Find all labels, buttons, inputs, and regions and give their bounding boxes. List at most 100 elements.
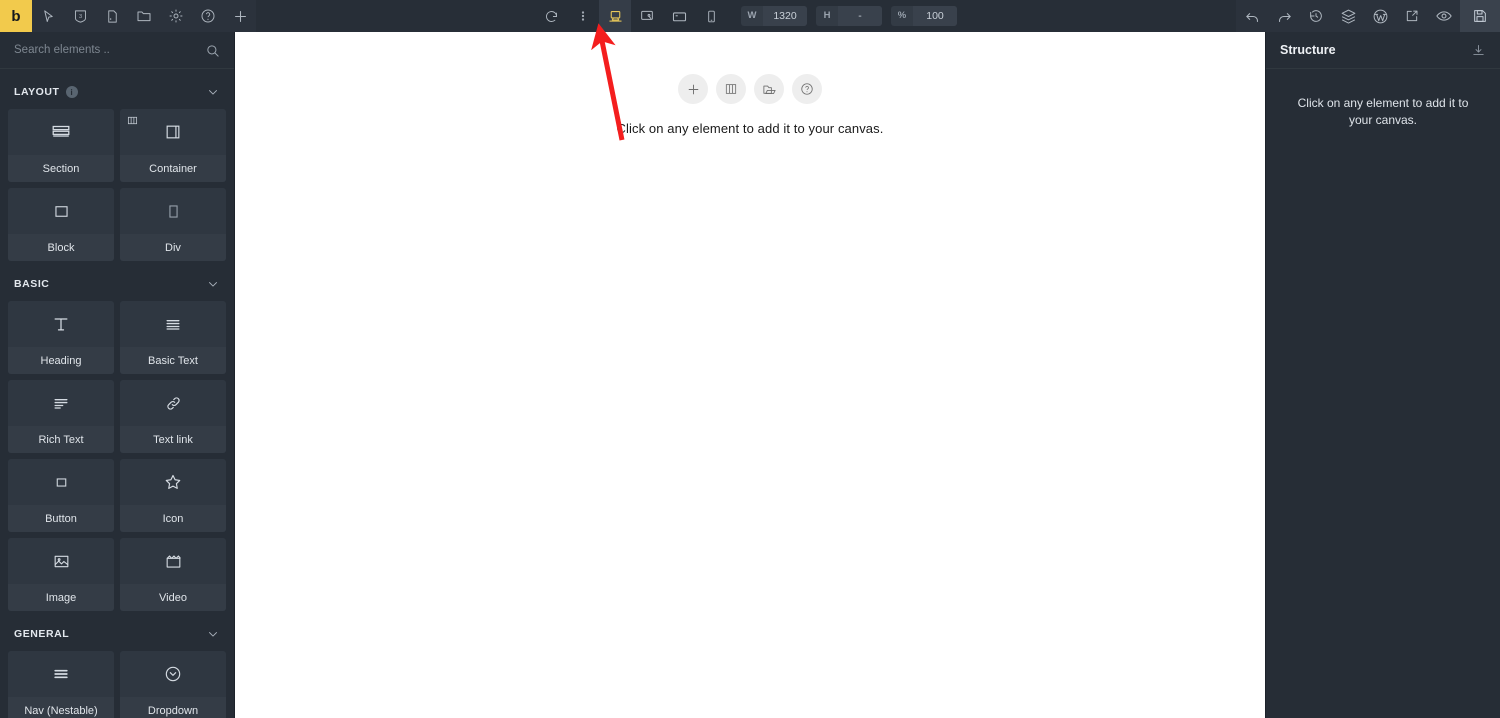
zoom-field[interactable]: % 100 [891,6,957,26]
cursor-icon[interactable] [32,0,64,32]
add-template-button[interactable] [754,74,784,104]
canvas-area[interactable]: Click on any element to add it to your c… [235,32,1265,718]
bricks-logo[interactable]: b [0,0,32,32]
rich-text-icon [8,380,114,426]
section-icon [8,109,114,155]
width-label: W [747,10,757,21]
element-tile-dropdown[interactable]: Dropdown [120,651,226,718]
elements-list[interactable]: LAYOUT i Section Container Block Div BAS… [0,69,234,718]
group-header-basic[interactable]: BASIC [0,261,234,301]
revisions-icon[interactable] [535,0,567,32]
tile-label: Video [120,584,226,611]
external-link-icon[interactable] [1396,0,1428,32]
columns-badge-icon [127,115,138,126]
general-tiles: Nav (Nestable) Dropdown [0,651,234,718]
tile-label: Dropdown [120,697,226,718]
layers-icon[interactable] [1332,0,1364,32]
element-tile-block[interactable]: Block [8,188,114,261]
laptop-breakpoint-icon[interactable] [631,0,663,32]
element-tile-rich-text[interactable]: Rich Text [8,380,114,453]
height-field[interactable]: H - [816,6,882,26]
add-layout-button[interactable] [716,74,746,104]
element-tile-button[interactable]: Button [8,459,114,532]
group-title-basic: BASIC [14,278,50,290]
element-tile-div[interactable]: Div [120,188,226,261]
chevron-down-icon[interactable] [206,85,220,99]
canvas-hint-text: Click on any element to add it to your c… [616,121,884,136]
tile-label: Div [120,234,226,261]
mobile-breakpoint-icon[interactable] [695,0,727,32]
toolbar-center-group: W 1320 H - % 100 [256,0,1236,32]
height-value[interactable]: - [838,6,882,26]
element-tile-container[interactable]: Container [120,109,226,182]
gear-icon[interactable] [160,0,192,32]
structure-title: Structure [1280,43,1336,57]
toolbar-left-group: 3 [32,0,256,32]
canvas-help-button[interactable] [792,74,822,104]
more-vertical-icon[interactable] [567,0,599,32]
canvas-action-buttons [678,74,822,104]
tile-label: Section [8,155,114,182]
element-tile-icon[interactable]: Icon [120,459,226,532]
tablet-breakpoint-icon[interactable] [663,0,695,32]
tile-label: Icon [120,505,226,532]
element-tile-heading[interactable]: Heading [8,301,114,374]
page-icon[interactable] [96,0,128,32]
chevron-down-icon[interactable] [206,627,220,641]
add-element-button[interactable] [678,74,708,104]
element-tile-basic-text[interactable]: Basic Text [120,301,226,374]
search-icon[interactable] [205,43,220,58]
structure-header: Structure [1266,32,1500,69]
element-tile-image[interactable]: Image [8,538,114,611]
tile-label: Basic Text [120,347,226,374]
tile-label: Heading [8,347,114,374]
wordpress-icon[interactable] [1364,0,1396,32]
tile-label: Image [8,584,114,611]
plus-icon[interactable] [224,0,256,32]
basic-tiles: Heading Basic Text Rich Text Text link B… [0,301,234,611]
basic-text-icon [120,301,226,347]
structure-empty-message: Click on any element to add it to your c… [1297,96,1469,128]
zoom-value[interactable]: 100 [913,6,957,26]
canvas-size-fields: W 1320 H - % 100 [741,6,957,26]
save-icon[interactable] [1460,0,1500,32]
help-icon[interactable] [192,0,224,32]
svg-text:3: 3 [78,13,81,19]
search-elements-row [0,32,234,69]
app-body: LAYOUT i Section [0,32,1500,718]
canvas-empty-state: Click on any element to add it to your c… [235,74,1265,136]
eye-icon[interactable] [1428,0,1460,32]
tile-label: Text link [120,426,226,453]
width-field[interactable]: W 1320 [741,6,807,26]
download-icon[interactable] [1471,43,1486,58]
toolbar-right-group [1236,0,1500,32]
tile-label: Nav (Nestable) [8,697,114,718]
tile-label: Rich Text [8,426,114,453]
block-icon [8,188,114,234]
group-title-layout: LAYOUT [14,86,60,98]
desktop-breakpoint-icon[interactable] [599,0,631,32]
element-tile-text-link[interactable]: Text link [120,380,226,453]
structure-panel: Structure Click on any element to add it… [1265,32,1500,718]
button-icon [8,459,114,505]
link-icon [120,380,226,426]
height-label: H [823,10,831,21]
element-tile-section[interactable]: Section [8,109,114,182]
history-icon[interactable] [1300,0,1332,32]
group-title-general: GENERAL [14,628,70,640]
dropdown-icon [120,651,226,697]
css-icon[interactable]: 3 [64,0,96,32]
group-header-general[interactable]: GENERAL [0,611,234,651]
redo-icon[interactable] [1268,0,1300,32]
bricks-builder-app: b 3 W 1320 H - % 100 Search elements .. … [0,0,1500,718]
chevron-down-icon[interactable] [206,277,220,291]
group-header-layout[interactable]: LAYOUT i [0,69,234,109]
element-tile-video[interactable]: Video [120,538,226,611]
element-tile-nav-nestable[interactable]: Nav (Nestable) [8,651,114,718]
info-icon[interactable]: i [65,86,78,98]
tile-label: Container [120,155,226,182]
search-input[interactable] [14,44,205,56]
folder-icon[interactable] [128,0,160,32]
undo-icon[interactable] [1236,0,1268,32]
width-value[interactable]: 1320 [763,6,807,26]
